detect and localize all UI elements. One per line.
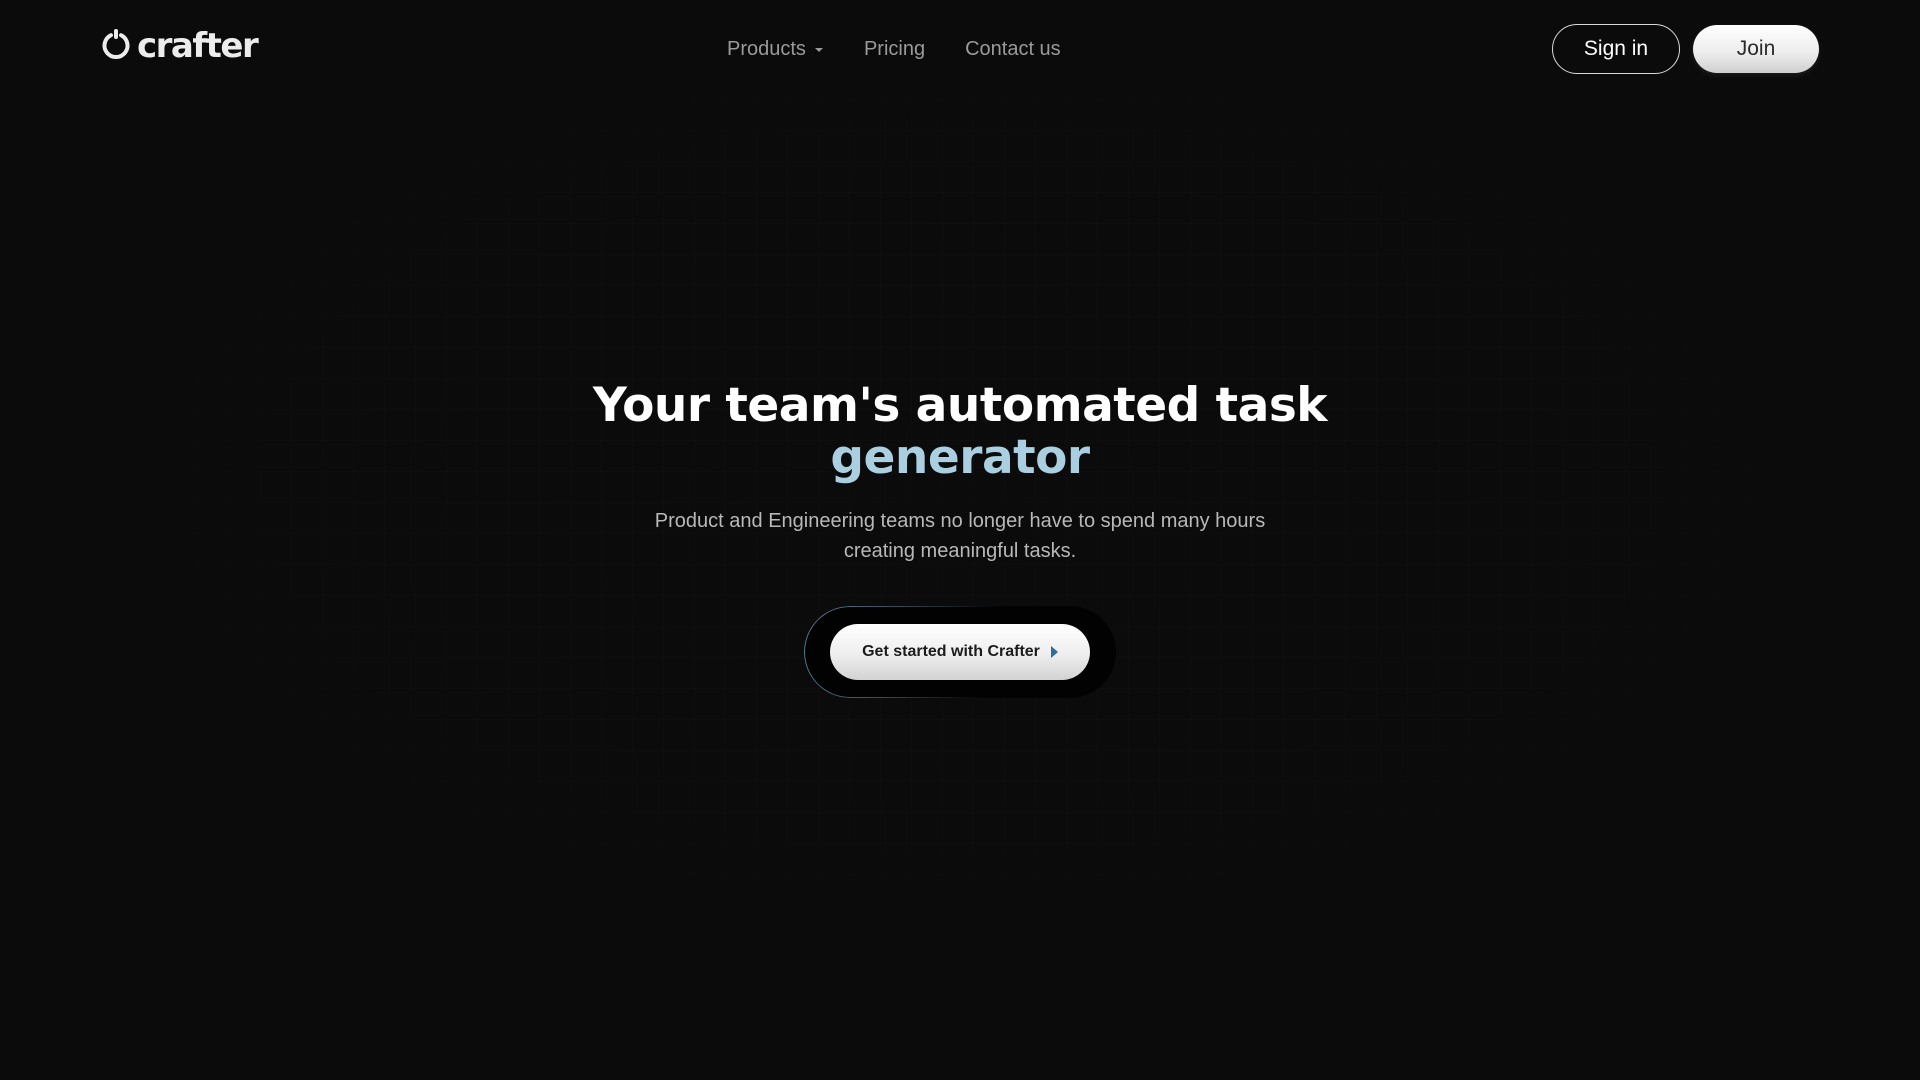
nav-item-contact[interactable]: Contact us bbox=[965, 36, 1061, 62]
caret-down-icon bbox=[814, 47, 823, 52]
nav-item-label: Pricing bbox=[863, 37, 926, 60]
nav-item-label: Products bbox=[727, 37, 806, 60]
nav-item-products[interactable]: Products bbox=[727, 36, 823, 62]
hero-title-line1: Your team's automated task bbox=[592, 378, 1328, 433]
main-nav: Products Pricing Contact us bbox=[727, 36, 1061, 62]
nav-item-label: Contact us bbox=[965, 37, 1061, 60]
play-arrow-icon bbox=[1050, 646, 1058, 658]
join-button[interactable]: Join bbox=[1693, 25, 1819, 73]
get-started-label: Get started with Crafter bbox=[862, 643, 1040, 660]
logo-wordmark: crafter bbox=[137, 26, 259, 66]
hero-title: Your team's automated task generator bbox=[0, 380, 1920, 484]
cta-container: Get started with Crafter bbox=[804, 606, 1116, 698]
hero-title-highlight: generator bbox=[830, 430, 1090, 485]
hero-section: Your team's automated task generator Pro… bbox=[0, 380, 1920, 566]
crafter-logo-icon bbox=[99, 29, 133, 63]
site-header: crafter Products Pricing Contact us Sign… bbox=[0, 0, 1920, 98]
nav-item-pricing[interactable]: Pricing bbox=[864, 36, 925, 62]
hero-subtitle-line1: Product and Engineering teams no longer … bbox=[654, 510, 1266, 532]
hero-subtitle: Product and Engineering teams no longer … bbox=[0, 506, 1920, 566]
logo-link[interactable]: crafter bbox=[99, 26, 259, 66]
hero-subtitle-line2: creating meaningful tasks. bbox=[843, 540, 1077, 562]
get-started-button[interactable]: Get started with Crafter bbox=[830, 624, 1090, 680]
sign-in-button[interactable]: Sign in bbox=[1552, 24, 1680, 74]
